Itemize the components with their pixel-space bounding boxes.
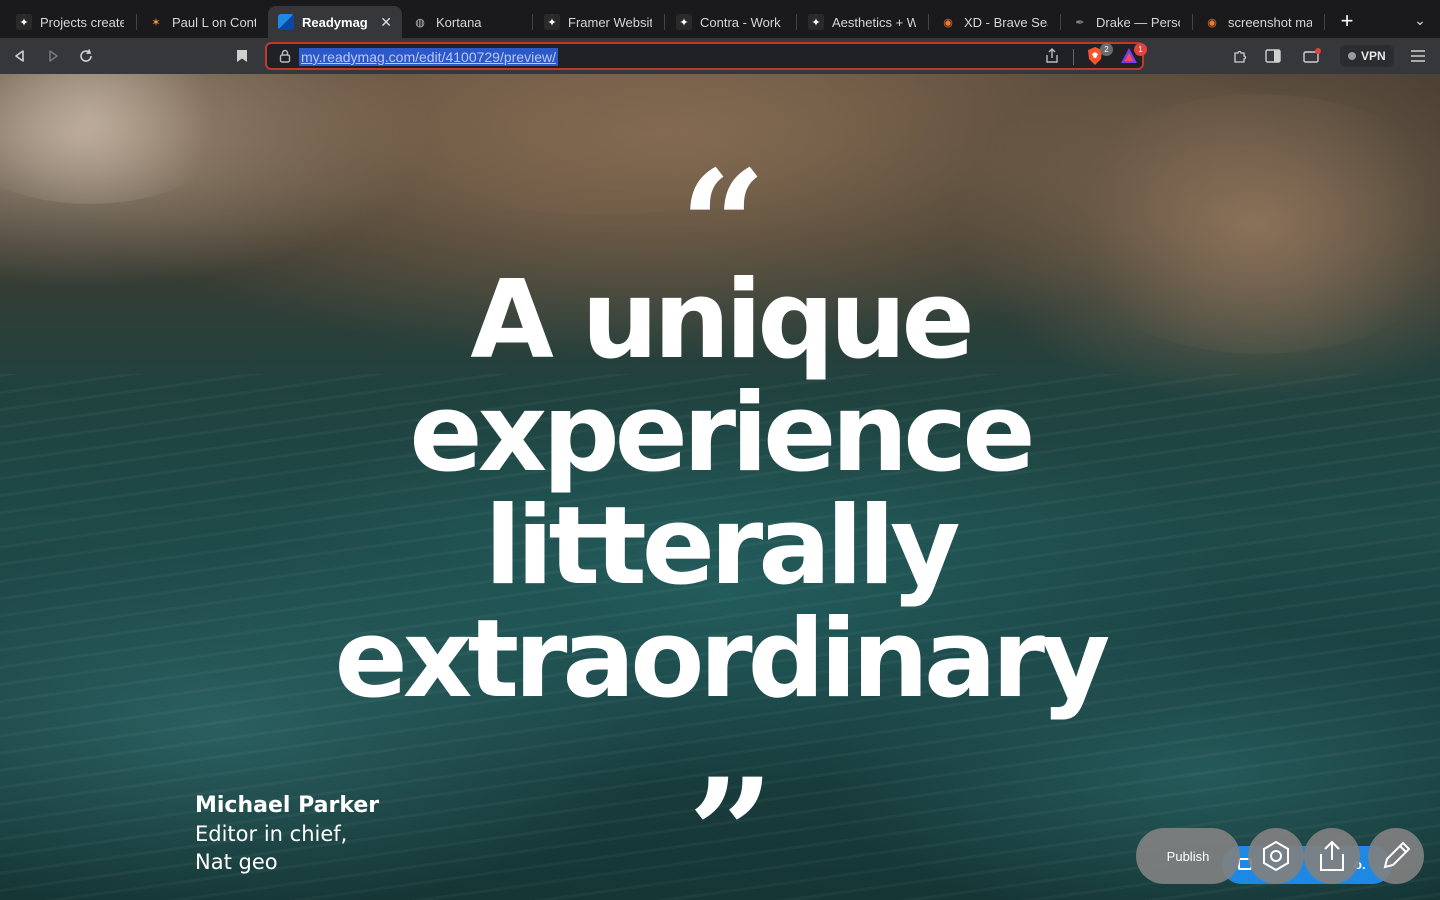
author-org: Nat geo xyxy=(195,850,278,874)
quote-attribution: Michael Parker Editor in chief, Nat geo xyxy=(195,792,379,876)
readymag-preview-page: “ A unique experience litterally extraor… xyxy=(0,74,1440,900)
forward-icon[interactable] xyxy=(41,44,65,68)
headline-line: litterally xyxy=(484,484,960,609)
new-tab-plus-icon[interactable]: + xyxy=(1336,10,1358,32)
background-photo-rock xyxy=(0,74,240,204)
tab-framer-website[interactable]: ✦ Framer Website xyxy=(534,6,662,38)
tab-title: Contra - Work th xyxy=(700,14,784,30)
tab-drake[interactable]: ✒ Drake — Person xyxy=(1062,6,1190,38)
framer-icon: ✦ xyxy=(544,14,560,30)
tab-separator xyxy=(1192,14,1193,30)
tab-contra-work[interactable]: ✦ Contra - Work th xyxy=(666,6,794,38)
contra-star-icon: ✶ xyxy=(151,16,161,29)
upload-share-icon xyxy=(1320,840,1344,871)
opening-quote-mark: “ xyxy=(679,138,767,314)
vpn-button[interactable]: VPN xyxy=(1340,45,1394,67)
tab-separator xyxy=(796,14,797,30)
bookmark-icon[interactable] xyxy=(230,44,254,68)
tab-title: Readymag • l xyxy=(302,14,368,30)
contra-icon: ✦ xyxy=(676,14,692,30)
pencil-icon xyxy=(1383,841,1411,869)
rewards-count-badge: 1 xyxy=(1134,43,1147,56)
publish-button[interactable]: Publish xyxy=(1136,828,1240,884)
close-icon[interactable]: ✕ xyxy=(380,14,392,31)
url-text[interactable]: my.readymag.com/edit/4100729/preview/ xyxy=(299,48,558,66)
tab-title: XD - Brave Searc xyxy=(964,14,1048,30)
tab-separator xyxy=(1324,14,1325,30)
readymag-icon xyxy=(278,14,294,30)
wallet-icon[interactable] xyxy=(1300,44,1324,68)
tab-title: Projects created xyxy=(40,14,124,30)
brave-shield-icon[interactable]: 2 xyxy=(1085,43,1113,68)
brave-search-icon: ◉ xyxy=(943,16,953,29)
tab-title: screenshot mac xyxy=(1228,14,1312,30)
contra-icon: ✦ xyxy=(808,14,824,30)
address-divider xyxy=(1073,49,1074,65)
menu-hamburger-icon[interactable] xyxy=(1406,44,1430,68)
tab-title: Aesthetics + We xyxy=(832,14,916,30)
background-photo-rock xyxy=(300,74,900,214)
lock-icon xyxy=(279,49,293,63)
vpn-status-icon xyxy=(1348,52,1356,60)
vpn-label: VPN xyxy=(1361,49,1386,63)
back-icon[interactable] xyxy=(8,44,32,68)
share-export-button[interactable] xyxy=(1304,828,1360,884)
tab-kortana[interactable]: ◍ Kortana xyxy=(402,6,530,38)
tab-separator xyxy=(928,14,929,30)
address-bar[interactable]: my.readymag.com/edit/4100729/preview/ 2 … xyxy=(265,42,1147,70)
tab-title: Paul L on Contra xyxy=(172,14,256,30)
preview-eye-button[interactable] xyxy=(1248,828,1304,884)
eye-hexagon-icon xyxy=(1263,840,1289,872)
contra-icon: ✦ xyxy=(16,14,32,30)
headline-line: experience xyxy=(409,371,1035,496)
tab-xd-brave-search[interactable]: ◉ XD - Brave Searc xyxy=(930,6,1058,38)
tab-title: Kortana xyxy=(436,14,482,30)
headline-line: extraordinary xyxy=(334,597,1111,722)
quote-headline: A unique experience litterally extraordi… xyxy=(240,264,1200,716)
tab-title: Framer Website xyxy=(568,14,652,30)
brave-rewards-icon[interactable]: 1 xyxy=(1119,43,1147,68)
tab-separator xyxy=(664,14,665,30)
closing-quote-mark: ” xyxy=(687,746,775,900)
sidebar-toggle-icon[interactable] xyxy=(1261,44,1285,68)
tab-title: Drake — Person xyxy=(1096,14,1180,30)
tab-screenshot-mac[interactable]: ◉ screenshot mac xyxy=(1194,6,1322,38)
reload-icon[interactable] xyxy=(74,44,98,68)
author-name: Michael Parker xyxy=(195,793,380,818)
chevron-down-icon[interactable]: ⌄ xyxy=(1410,12,1430,32)
tab-separator xyxy=(136,14,137,30)
drake-icon: ✒ xyxy=(1075,16,1085,29)
tab-separator xyxy=(1060,14,1061,30)
tab-separator xyxy=(532,14,533,30)
globe-icon: ◍ xyxy=(415,16,425,29)
edit-button[interactable] xyxy=(1368,828,1424,884)
share-icon[interactable] xyxy=(1045,48,1063,66)
tab-aesthetics[interactable]: ✦ Aesthetics + We xyxy=(798,6,926,38)
brave-search-icon: ◉ xyxy=(1207,16,1217,29)
author-role: Editor in chief, xyxy=(195,822,348,846)
tab-readymag[interactable]: Readymag • l ✕ xyxy=(268,6,402,38)
shield-count-badge: 2 xyxy=(1100,43,1113,56)
tab-paul-l-contra[interactable]: ✶ Paul L on Contra xyxy=(138,6,266,38)
tab-projects-created[interactable]: ✦ Projects created xyxy=(6,6,134,38)
headline-line: A unique xyxy=(470,258,974,383)
extensions-puzzle-icon[interactable] xyxy=(1228,44,1252,68)
browser-toolbar: my.readymag.com/edit/4100729/preview/ 2 … xyxy=(0,38,1440,74)
